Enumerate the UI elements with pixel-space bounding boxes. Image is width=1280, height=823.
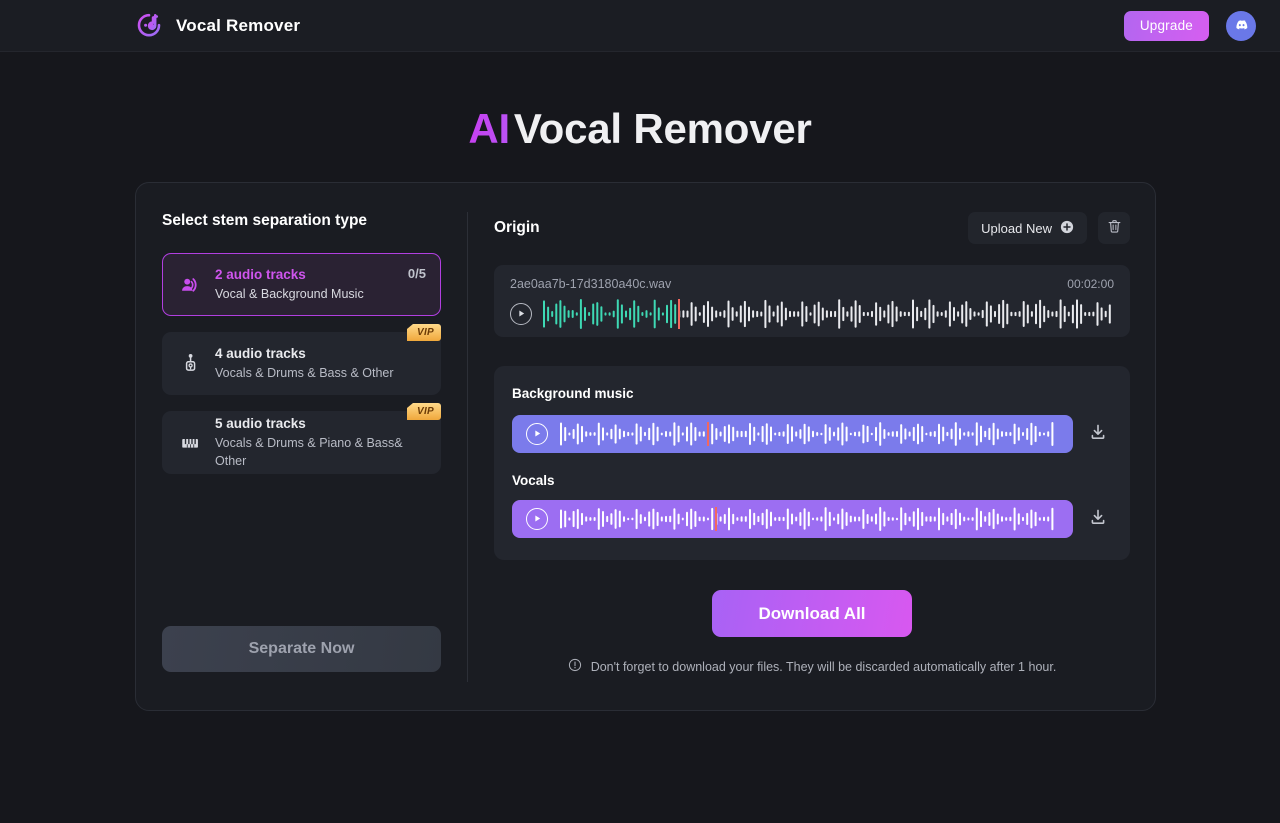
microphone-icon bbox=[177, 352, 203, 375]
origin-play-button[interactable] bbox=[510, 303, 532, 325]
stem-option-title: 5 audio tracks bbox=[215, 415, 306, 431]
background-play-button[interactable] bbox=[526, 423, 548, 445]
play-icon bbox=[533, 425, 542, 443]
page-title: AIVocal Remover bbox=[0, 105, 1280, 153]
trash-icon bbox=[1106, 218, 1123, 238]
plus-circle-icon bbox=[1060, 220, 1074, 237]
discord-button[interactable] bbox=[1226, 10, 1256, 41]
origin-title: Origin bbox=[494, 219, 540, 236]
stem-option-title: 2 audio tracks bbox=[215, 267, 306, 283]
stem-result-label-background: Background music bbox=[512, 386, 634, 401]
origin-actions: Upload New bbox=[968, 212, 1130, 244]
vip-badge: VIP bbox=[406, 403, 441, 420]
stem-option-subtitle: Vocals & Drums & Piano & Bass& Other bbox=[215, 435, 403, 469]
upgrade-button[interactable]: Upgrade bbox=[1123, 10, 1209, 41]
origin-header: Origin Upload New bbox=[494, 212, 1130, 244]
stem-result-row-vocals bbox=[512, 500, 1109, 538]
vocals-track-bar[interactable] bbox=[512, 500, 1073, 538]
origin-waveform-row bbox=[510, 299, 1114, 329]
vocals-play-button[interactable] bbox=[526, 508, 548, 530]
stem-option-2-tracks[interactable]: 2 audio tracks Vocal & Background Music … bbox=[162, 253, 441, 316]
vocals-waveform[interactable] bbox=[560, 507, 1059, 531]
download-background-button[interactable] bbox=[1087, 423, 1109, 445]
page-title-rest: Vocal Remover bbox=[513, 105, 812, 152]
origin-track-meta: 2ae0aa7b-17d3180a40c.wav 00:02:00 bbox=[510, 277, 1114, 291]
background-waveform[interactable] bbox=[560, 422, 1059, 446]
retention-notice: Don't forget to download your files. The… bbox=[494, 658, 1130, 675]
stem-option-5-tracks[interactable]: VIP 5 audio tracks Vocals & Drums & Pian… bbox=[162, 403, 441, 474]
origin-playhead[interactable] bbox=[678, 299, 680, 329]
stem-option-list: 2 audio tracks Vocal & Background Music … bbox=[162, 253, 441, 474]
origin-waveform[interactable] bbox=[543, 299, 1114, 329]
origin-file-name: 2ae0aa7b-17d3180a40c.wav bbox=[510, 277, 672, 291]
brand[interactable]: Vocal Remover bbox=[136, 12, 300, 39]
background-playhead[interactable] bbox=[707, 422, 709, 446]
background-track-bar[interactable] bbox=[512, 415, 1073, 453]
origin-track-card: 2ae0aa7b-17d3180a40c.wav 00:02:00 bbox=[494, 265, 1130, 337]
play-icon bbox=[517, 305, 526, 323]
separate-now-button[interactable]: Separate Now bbox=[162, 626, 441, 672]
app-header: Vocal Remover Upgrade bbox=[0, 0, 1280, 52]
delete-button[interactable] bbox=[1098, 212, 1130, 244]
page-title-accent: AI bbox=[468, 105, 514, 152]
stem-results-card: Background music Vocals bbox=[494, 366, 1130, 560]
vocals-playhead[interactable] bbox=[715, 507, 717, 531]
result-column: Origin Upload New 2ae0aa7b-17d3180a40c.w… bbox=[468, 183, 1155, 710]
stem-usage-count: 0/5 bbox=[407, 266, 426, 281]
upload-new-button[interactable]: Upload New bbox=[968, 212, 1087, 244]
stem-option-text: 4 audio tracks Vocals & Drums & Bass & O… bbox=[215, 344, 426, 382]
upload-new-label: Upload New bbox=[981, 220, 1052, 236]
brand-name: Vocal Remover bbox=[176, 15, 301, 35]
piano-icon bbox=[177, 431, 203, 455]
stem-option-subtitle: Vocals & Drums & Bass & Other bbox=[215, 365, 394, 380]
stem-option-text: 2 audio tracks Vocal & Background Music bbox=[215, 265, 396, 303]
person-sound-icon bbox=[177, 273, 203, 297]
header-actions: Upgrade bbox=[1123, 10, 1256, 41]
download-all-wrap: Download All bbox=[494, 590, 1130, 637]
download-vocals-button[interactable] bbox=[1087, 508, 1109, 530]
stem-option-title: 4 audio tracks bbox=[215, 346, 306, 362]
discord-icon bbox=[1234, 17, 1249, 35]
stem-result-row-background bbox=[512, 415, 1109, 453]
play-icon bbox=[533, 510, 542, 528]
stem-result-label-vocals: Vocals bbox=[512, 473, 555, 488]
download-icon bbox=[1088, 507, 1108, 532]
stem-option-subtitle: Vocal & Background Music bbox=[215, 286, 364, 301]
music-note-logo-icon bbox=[136, 12, 163, 39]
vip-badge: VIP bbox=[406, 324, 441, 341]
origin-duration: 00:02:00 bbox=[1067, 277, 1114, 291]
stem-option-4-tracks[interactable]: VIP 4 audio tracks Vocals & Drums & Bass… bbox=[162, 324, 441, 395]
info-icon bbox=[568, 658, 582, 675]
download-all-button[interactable]: Download All bbox=[712, 590, 912, 637]
app-root: Vocal Remover Upgrade AIVocal Remover Se… bbox=[0, 0, 1280, 823]
download-icon bbox=[1088, 422, 1108, 447]
stem-option-text: 5 audio tracks Vocals & Drums & Piano & … bbox=[215, 414, 426, 471]
main-panel: Select stem separation type 2 audio trac… bbox=[135, 182, 1156, 711]
section-title-stem: Select stem separation type bbox=[162, 212, 368, 229]
stem-selection-column: Select stem separation type 2 audio trac… bbox=[136, 183, 467, 710]
retention-notice-text: Don't forget to download your files. The… bbox=[590, 659, 1057, 674]
